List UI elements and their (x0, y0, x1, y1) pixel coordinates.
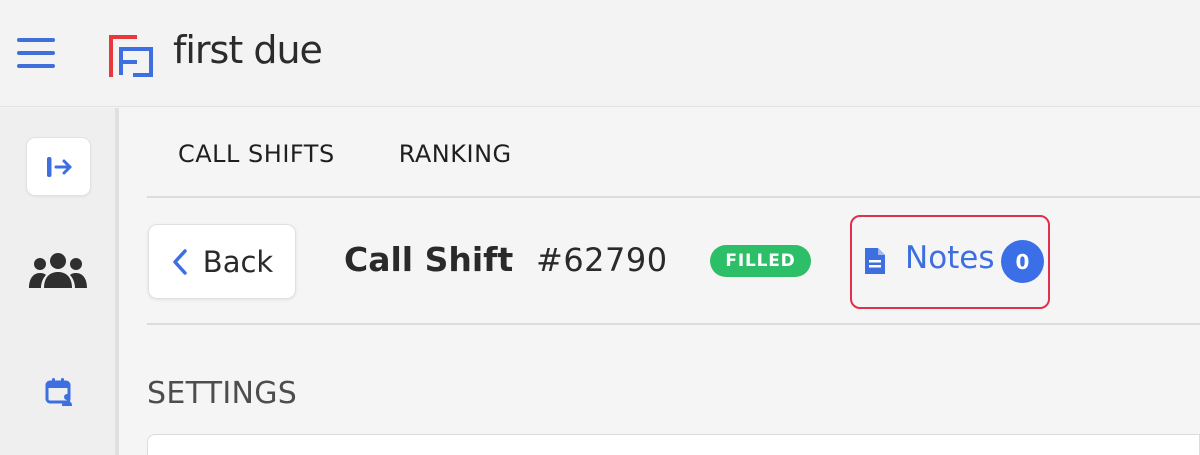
tab-ranking[interactable]: RANKING (399, 140, 512, 168)
header-divider (147, 323, 1200, 325)
shift-id: #62790 (536, 241, 668, 279)
sidenav-expand-button[interactable] (26, 137, 91, 196)
tabs-divider (147, 196, 1200, 198)
status-badge: FILLED (710, 245, 811, 277)
settings-card (147, 434, 1200, 455)
logo-text: first due (173, 28, 323, 72)
first-due-logo-icon (109, 35, 153, 77)
notes-link[interactable]: Notes (905, 240, 995, 276)
tab-call-shifts[interactable]: CALL SHIFTS (178, 140, 335, 168)
notes-count-badge: 0 (1001, 240, 1044, 283)
top-bar: first due (0, 0, 1200, 107)
chevron-left-icon (173, 248, 187, 275)
page-title: Call Shift (344, 240, 514, 279)
settings-section-title: SETTINGS (147, 376, 298, 411)
calendar-user-icon[interactable] (43, 376, 75, 408)
people-group-icon[interactable] (27, 250, 89, 290)
tab-bar: CALL SHIFTS RANKING (178, 140, 576, 168)
back-button-label: Back (202, 244, 274, 279)
document-icon[interactable] (862, 245, 888, 277)
sign-in-arrow-icon (46, 156, 71, 177)
back-button[interactable]: Back (148, 224, 296, 299)
hamburger-icon[interactable] (17, 38, 55, 68)
